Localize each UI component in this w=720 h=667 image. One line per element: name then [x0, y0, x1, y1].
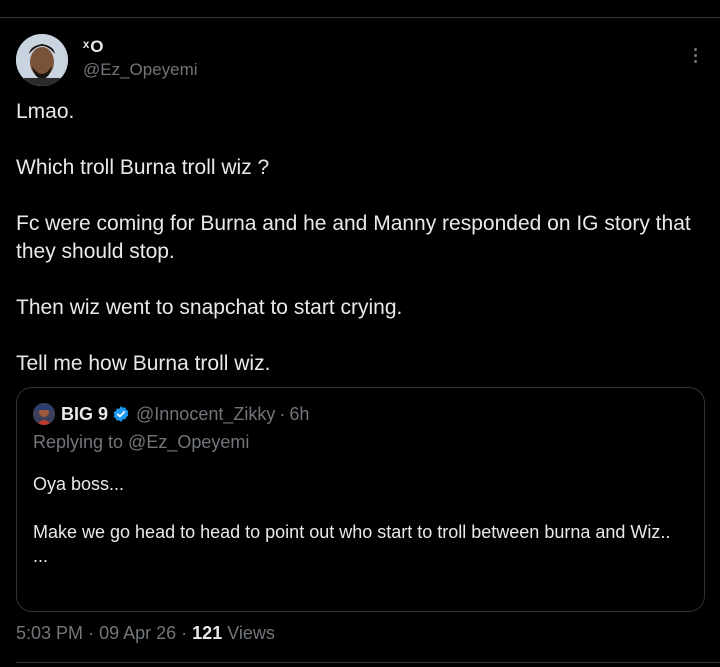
quoted-tweet-card[interactable]: BIG 9 @Innocent_Zikky · 6h Replying to @… [16, 387, 705, 612]
quoted-line: Make we go head to head to point out who… [33, 522, 671, 542]
quoted-line: Oya boss... [33, 474, 125, 494]
tweet-text: Lmao. Which troll Burna troll wiz ? Fc w… [16, 98, 706, 406]
tweet-paragraph: Lmao. [16, 100, 75, 123]
tweet-time[interactable]: 5:03 PM [16, 623, 83, 643]
quoted-author-handle: @Innocent_Zikky [136, 403, 276, 424]
quoted-tweet-time: 6h [289, 403, 310, 424]
quoted-tweet-text: Oya boss... Make we go head to head to p… [33, 472, 683, 592]
separator-dot: · [279, 403, 286, 424]
separator-dot: · [88, 623, 95, 643]
tweet-date[interactable]: 09 Apr 26 [99, 623, 176, 643]
verified-badge-icon [113, 406, 129, 422]
quoted-line: ... [33, 546, 49, 566]
tweet-header: ˣO @Ez_Opeyemi [16, 34, 706, 88]
profile-photo-icon [16, 34, 68, 86]
tweet-paragraph: Tell me how Burna troll wiz. [16, 352, 271, 375]
bottom-divider [16, 662, 720, 663]
author-name[interactable]: ˣO [83, 37, 104, 57]
replying-to-label: Replying to @Ez_Opeyemi [33, 432, 250, 452]
tweet-meta: 5:03 PM · 09 Apr 26 · 121 Views [16, 623, 275, 644]
more-options-icon[interactable] [684, 42, 706, 68]
profile-photo-icon [33, 403, 55, 425]
separator-dot: · [181, 623, 188, 643]
tweet-paragraph: Which troll Burna troll wiz ? [16, 156, 270, 179]
top-divider [0, 17, 720, 18]
tweet-paragraph: Fc were coming for Burna and he and Mann… [16, 212, 691, 263]
quoted-tweet-header: BIG 9 @Innocent_Zikky · 6h [33, 402, 309, 426]
author-avatar[interactable] [16, 34, 68, 86]
tweet-paragraph: Then wiz went to snapchat to start cryin… [16, 296, 403, 319]
author-handle[interactable]: @Ez_Opeyemi [83, 60, 198, 80]
views-label: Views [227, 623, 275, 643]
views-count: 121 [192, 623, 223, 643]
quoted-author-avatar [33, 403, 55, 425]
quoted-author-name: BIG 9 [61, 403, 109, 424]
